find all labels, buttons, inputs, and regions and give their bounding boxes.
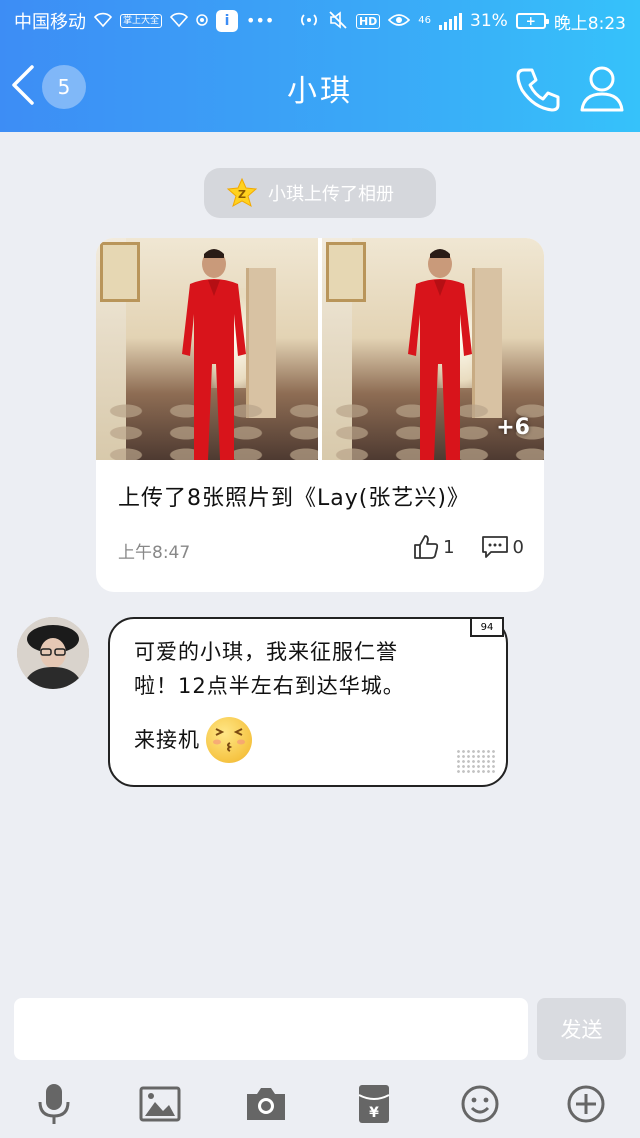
album-card[interactable]: +6 上传了8张照片到《Lay(张艺兴)》 上午8:47 1 0 <box>96 238 544 592</box>
avatar[interactable] <box>17 617 89 689</box>
phone-icon <box>516 68 560 112</box>
album-photo[interactable] <box>96 238 318 460</box>
microphone-icon <box>38 1084 70 1124</box>
battery-symbol: + <box>525 14 536 28</box>
header: 中国移动 掌上大全 i ••• HD 46 31% + 晚上8:23 5 小琪 <box>0 0 640 132</box>
thumbs-up-icon <box>414 535 439 559</box>
red-packet-button[interactable]: ¥ <box>352 1082 396 1126</box>
clock: 晚上8:23 <box>553 13 626 34</box>
composer: 发送 <box>0 990 640 1070</box>
send-button[interactable]: 发送 <box>537 998 626 1060</box>
call-button[interactable] <box>514 66 562 114</box>
album-photos: +6 <box>96 238 544 460</box>
message-text-line: 可爱的小琪，我来征服仁誉 <box>134 640 398 664</box>
status-right: HD 46 31% + 晚上8:23 <box>298 9 626 34</box>
qzone-star-icon: Z <box>226 177 258 208</box>
like-button[interactable]: 1 <box>413 534 455 560</box>
battery-percent: 31% <box>470 11 508 31</box>
message-text-line: 啦！12点半左右到达华城。 <box>134 674 405 698</box>
plus-circle-icon <box>567 1085 605 1123</box>
person-icon <box>580 66 624 112</box>
app-icon: i <box>216 10 239 32</box>
signal-icon <box>439 12 463 30</box>
svg-text:Z: Z <box>238 188 246 201</box>
hotspot-icon <box>298 11 320 32</box>
person-figure <box>408 249 472 460</box>
comment-count: 0 <box>512 536 524 558</box>
camera-button[interactable] <box>244 1082 288 1126</box>
svg-text:¥: ¥ <box>369 1105 379 1121</box>
more-button[interactable] <box>564 1082 608 1126</box>
message-bubble[interactable]: 94 可爱的小琪，我来征服仁誉 啦！12点半左右到达华城。 来接机 <box>108 617 508 787</box>
app-badge: 掌上大全 <box>120 14 163 28</box>
album-caption: 上传了8张照片到《Lay(张艺兴)》 <box>118 486 470 511</box>
network-type: 46 <box>418 15 432 26</box>
wifi-icon-2 <box>169 12 189 31</box>
system-notice[interactable]: Z 小琪上传了相册 <box>204 168 436 218</box>
profile-button[interactable] <box>578 64 626 114</box>
smiley-icon <box>461 1085 499 1123</box>
album-stats: 1 0 <box>413 534 524 560</box>
status-left: 中国移动 掌上大全 i ••• <box>14 8 274 34</box>
image-button[interactable] <box>138 1082 182 1126</box>
message-text: 来接机 <box>134 728 200 752</box>
more-photos-count: +6 <box>496 415 530 440</box>
input-toolbar: ¥ <box>0 1070 640 1138</box>
nav-bar: 5 小琪 <box>0 42 640 132</box>
notice-text: 小琪上传了相册 <box>268 184 394 205</box>
message-input[interactable] <box>14 998 528 1060</box>
red-packet-icon: ¥ <box>358 1085 390 1123</box>
comment-icon <box>481 536 508 558</box>
like-count: 1 <box>443 536 455 558</box>
album-timestamp: 上午8:47 <box>118 543 191 563</box>
person-figure <box>182 249 246 460</box>
bubble-decoration <box>456 749 496 775</box>
battery-icon: + <box>515 13 549 29</box>
hd-icon: HD <box>355 13 381 29</box>
record-icon <box>196 13 208 29</box>
camera-icon <box>247 1088 285 1120</box>
more-icon: ••• <box>246 11 275 30</box>
eye-icon <box>388 13 411 30</box>
kiss-emoji-icon <box>206 717 252 763</box>
bubble-tag: 94 <box>470 617 504 637</box>
album-photo[interactable]: +6 <box>322 238 544 460</box>
voice-button[interactable] <box>32 1082 76 1126</box>
image-icon <box>139 1086 181 1122</box>
wifi-icon <box>93 12 113 31</box>
mute-icon <box>328 10 348 32</box>
status-bar: 中国移动 掌上大全 i ••• HD 46 31% + 晚上8:23 <box>0 0 640 42</box>
comment-button[interactable]: 0 <box>481 535 524 559</box>
carrier-name: 中国移动 <box>14 12 86 33</box>
emoji-button[interactable] <box>458 1082 502 1126</box>
message-text-line-last: 来接机 <box>134 717 482 763</box>
